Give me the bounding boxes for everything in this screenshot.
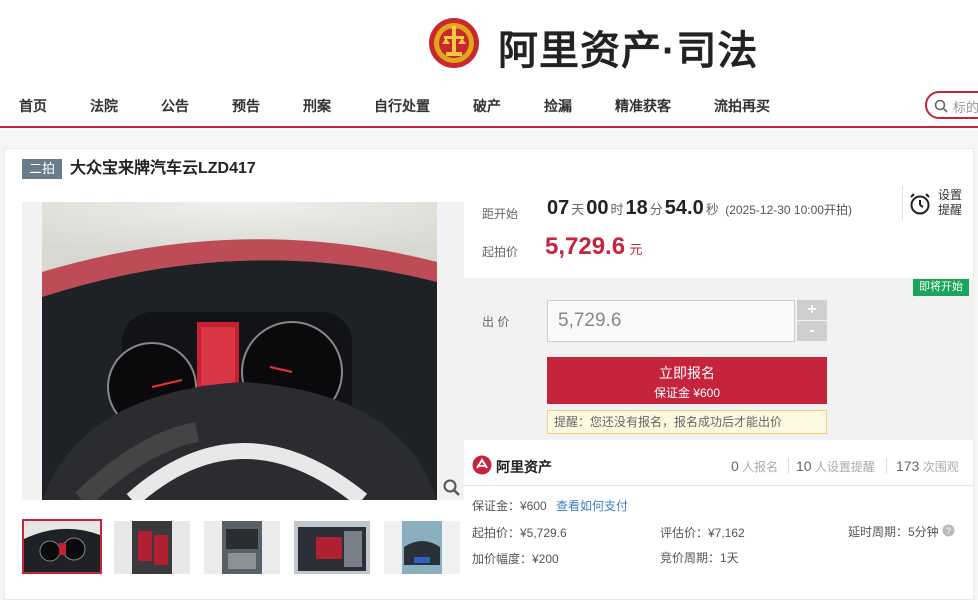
start-price-label: 起拍价: [482, 245, 519, 259]
signups-count: 0: [731, 458, 739, 474]
apply-now-button[interactable]: 立即报名 保证金 ¥600: [547, 357, 827, 404]
views-label: 次围观: [922, 460, 959, 474]
thumbnail-2[interactable]: [114, 521, 190, 574]
views-count: 173: [896, 458, 920, 474]
start-price-unit: 元: [629, 242, 643, 257]
search-icon: [934, 99, 948, 113]
start-price: 5,729.6 元: [545, 233, 643, 261]
nav-item-announcement[interactable]: 公告: [161, 96, 189, 116]
court-emblem-icon: [428, 14, 480, 72]
delay-period-info: 延时周期：5分钟: [848, 525, 939, 539]
stat-views: 173 次围观: [896, 458, 959, 475]
stat-signups: 0 人报名: [731, 458, 778, 475]
search-input[interactable]: 标的: [925, 91, 978, 119]
nav-item-preview[interactable]: 预告: [232, 96, 260, 116]
divider: [788, 458, 789, 474]
nav-item-court[interactable]: 法院: [90, 96, 118, 116]
bid-label: 出 价: [482, 315, 510, 329]
nav-item-bankruptcy[interactable]: 破产: [473, 96, 501, 116]
reminders-count: 10: [796, 458, 812, 474]
reminder-line-1: 设置: [938, 188, 963, 202]
alarm-clock-icon[interactable]: [908, 192, 932, 221]
assessed-price-info: 评估价：¥7,162: [660, 526, 745, 540]
item-title: 大众宝来牌汽车云LZD417: [70, 160, 256, 177]
main-photo[interactable]: [22, 202, 464, 500]
bid-amount-input[interactable]: 5,729.6: [547, 300, 795, 342]
thumbnail-4[interactable]: [294, 521, 370, 574]
countdown-label: 距开始: [482, 207, 519, 221]
help-icon[interactable]: ?: [942, 524, 955, 542]
svg-text:?: ?: [946, 526, 951, 536]
countdown-hours: 00: [586, 197, 609, 219]
registration-tip: 提醒：您还没有报名，报名成功后才能出价: [547, 410, 827, 434]
set-reminder-button[interactable]: 设置 提醒: [938, 188, 962, 218]
how-to-pay-link[interactable]: 查看如何支付: [556, 497, 628, 514]
countdown-days: 07: [547, 197, 570, 219]
start-price-info: 起拍价：¥5,729.6: [472, 526, 567, 540]
main-nav: 首页 法院 公告 预告 刑案 自行处置 破产 捡漏 精准获客 流拍再买 标的: [0, 88, 978, 128]
divider: [886, 458, 887, 474]
bid-cycle-info: 竞价周期：1天: [660, 551, 739, 565]
apply-button-label: 立即报名: [659, 365, 715, 381]
stat-reminders: 10 人设置提醒: [796, 458, 875, 475]
increment-info: 加价幅度：¥200: [472, 552, 559, 566]
reminder-line-2: 提醒: [938, 203, 963, 217]
increase-bid-button[interactable]: +: [797, 300, 827, 320]
auction-round-badge: 二拍: [22, 159, 62, 179]
countdown-minutes-unit: 分: [649, 202, 663, 217]
countdown-days-unit: 天: [571, 202, 585, 217]
start-price-value: 5,729.6: [545, 233, 626, 260]
apply-button-deposit: 保证金 ¥600: [653, 386, 721, 400]
nav-item-home[interactable]: 首页: [19, 96, 47, 116]
site-logo-text[interactable]: 阿里资产·司法: [498, 18, 758, 76]
countdown-hours-unit: 时: [610, 202, 624, 217]
countdown-timer: 07 天 00 时 18 分 54.0 秒 (2025-12-30 10:00开拍): [547, 197, 852, 220]
deposit-info: 保证金：¥600: [472, 499, 547, 513]
nav-item-self-disposal[interactable]: 自行处置: [374, 96, 430, 116]
nav-item-precise-leads[interactable]: 精准获客: [615, 96, 671, 116]
thumbnail-1[interactable]: [22, 519, 102, 574]
divider: [902, 186, 903, 220]
nav-item-bargain[interactable]: 捡漏: [544, 96, 572, 116]
ali-assets-brand: 阿里资产: [496, 459, 552, 475]
countdown-seconds: 54.0: [664, 197, 704, 219]
countdown-minutes: 18: [625, 197, 648, 219]
status-badge: 即将开始: [913, 279, 969, 296]
ali-assets-logo-icon: [472, 455, 492, 480]
decrease-bid-button[interactable]: -: [797, 321, 827, 341]
zoom-icon[interactable]: [443, 479, 461, 502]
thumbnail-5[interactable]: [384, 521, 460, 574]
countdown-seconds-unit: 秒: [705, 202, 719, 217]
reminders-label: 人设置提醒: [814, 460, 875, 474]
signups-label: 人报名: [742, 460, 779, 474]
nav-item-criminal[interactable]: 刑案: [303, 96, 331, 116]
search-placeholder: 标的: [953, 100, 978, 115]
nav-item-resale[interactable]: 流拍再买: [714, 96, 770, 116]
thumbnail-3[interactable]: [204, 521, 280, 574]
countdown-start-note: (2025-12-30 10:00开拍): [725, 203, 852, 217]
